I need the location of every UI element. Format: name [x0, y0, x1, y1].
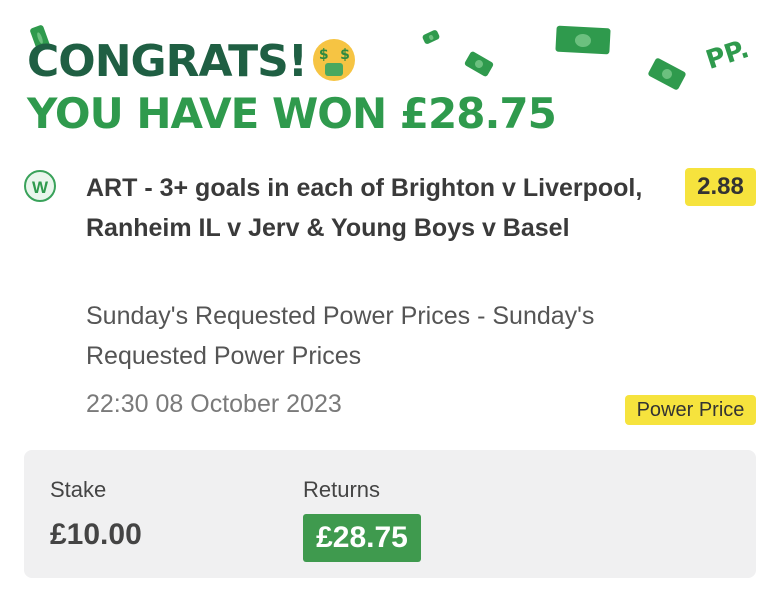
stake-value: £10.00 [50, 518, 142, 551]
banknote-icon [421, 29, 441, 45]
selection-title: ART - 3+ goals in each of Brighton v Liv… [86, 174, 643, 242]
banknote-icon [463, 50, 495, 78]
stake-label: Stake [50, 477, 107, 502]
win-heading: YOU HAVE WON £28.75 [27, 93, 557, 135]
win-prefix: YOU HAVE WON [27, 89, 400, 138]
odds-badge: 2.88 [685, 168, 756, 206]
won-status-icon: W [24, 170, 56, 202]
paddy-power-logo: PP. [702, 34, 753, 76]
congrats-heading: CONGRATS! $ $ [27, 39, 355, 85]
bet-datetime: 22:30 08 October 2023 [86, 390, 342, 418]
power-price-badge: Power Price [625, 395, 756, 425]
banknote-icon [555, 25, 611, 55]
returns-label: Returns [303, 477, 381, 502]
money-mouth-face-icon: $ $ [312, 39, 355, 81]
congrats-text: CONGRATS! [27, 36, 308, 87]
banknote-icon [647, 57, 687, 91]
market-name: Sunday's Requested Power Prices - Sunday… [86, 302, 595, 370]
win-amount: £28.75 [399, 89, 557, 138]
bet-summary-panel: Stake £10.00 Returns £28.75 [24, 450, 756, 578]
returns-value: £28.75 [303, 514, 421, 562]
